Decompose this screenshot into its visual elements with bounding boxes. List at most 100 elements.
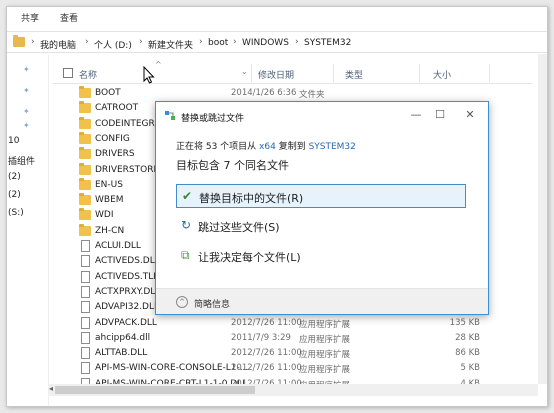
file-name: CONFIG xyxy=(95,133,130,144)
option-label: 跳过这些文件(S) xyxy=(198,221,280,234)
tab-share[interactable]: 共享 xyxy=(21,11,39,24)
sort-up-icon: ^ xyxy=(155,60,162,69)
file-date: 2011/7/9 3:29 xyxy=(231,332,291,343)
option-label: 让我决定每个文件(L) xyxy=(198,251,301,264)
pin-icon[interactable]: ✦ xyxy=(23,107,30,116)
option-label: 替换目标中的文件(R) xyxy=(199,192,304,205)
folder-icon xyxy=(79,131,91,144)
checkmark-icon: ✔ xyxy=(182,189,193,203)
file-size: 135 KB xyxy=(449,317,480,328)
nav-item[interactable]: (S:) xyxy=(8,208,24,218)
select-all-checkbox[interactable] xyxy=(63,68,73,78)
dialog-footer: ^ 简略信息 xyxy=(156,288,488,314)
file-icon xyxy=(81,240,90,252)
chevron-right-icon: › xyxy=(85,37,89,47)
column-divider[interactable] xyxy=(251,64,252,82)
minimize-icon[interactable]: — xyxy=(406,108,426,122)
file-icon xyxy=(81,255,90,268)
file-icon xyxy=(81,347,90,360)
chevron-right-icon: › xyxy=(199,37,203,47)
chevron-right-icon: › xyxy=(139,37,143,47)
file-name: ACTXPRXY.DLL xyxy=(95,286,161,297)
pin-icon[interactable]: ✦ xyxy=(23,65,30,74)
nav-item[interactable]: 插组件 xyxy=(8,154,35,167)
copy-status: 正在将 53 个项目从 x64 复制到 SYSTEM32 xyxy=(176,139,356,152)
folder-icon xyxy=(13,35,25,47)
breadcrumb-system32[interactable]: SYSTEM32 xyxy=(304,38,351,48)
folder-icon xyxy=(79,86,91,98)
dialog-titlebar[interactable]: 替换或跳过文件 — ☐ ✕ xyxy=(156,102,488,128)
destination-link[interactable]: SYSTEM32 xyxy=(309,142,356,152)
file-name: ACTIVEDS.DLL xyxy=(95,256,160,267)
folder-icon xyxy=(79,162,91,175)
pin-icon[interactable]: ✦ xyxy=(23,86,30,95)
file-row[interactable]: API-MS-WIN-CORE-CONSOLE-L1-... 2012/7/26 … xyxy=(53,361,538,376)
column-header: 名称 ^ ⌄ 修改日期 类型 大小 xyxy=(53,60,533,84)
breadcrumb-windows[interactable]: WINDOWS xyxy=(242,38,289,48)
breadcrumb-boot[interactable]: boot xyxy=(208,38,228,48)
nav-item[interactable]: (2) xyxy=(8,190,21,200)
file-row[interactable]: ALTTAB.DLL 2012/7/26 11:00 应用程序扩展 86 KB xyxy=(53,346,538,361)
file-name: ALTTAB.DLL xyxy=(95,348,148,359)
fewer-details-link[interactable]: 简略信息 xyxy=(194,297,230,310)
column-name[interactable]: 名称 xyxy=(79,68,97,81)
status-text: 正在将 53 个项目从 xyxy=(176,142,260,152)
replace-files-option[interactable]: ✔ 替换目标中的文件(R) xyxy=(176,184,466,208)
tab-view[interactable]: 查看 xyxy=(60,11,78,24)
conflict-headline: 目标包含 7 个同名文件 xyxy=(176,159,289,172)
column-divider[interactable] xyxy=(489,64,490,82)
chevron-right-icon: › xyxy=(233,37,237,47)
file-date: 2012/7/26 11:00 xyxy=(231,363,302,374)
breadcrumb-drive[interactable]: 个人 (D:) xyxy=(94,38,132,51)
address-bar[interactable]: › 我的电脑 › 个人 (D:) › 新建文件夹 › boot › WINDOW… xyxy=(7,31,547,53)
file-row[interactable]: BOOT 2014/1/26 6:36 文件夹 xyxy=(53,86,538,101)
column-type[interactable]: 类型 xyxy=(345,68,363,81)
file-icon xyxy=(81,301,90,314)
pin-icon[interactable]: ✦ xyxy=(23,121,30,130)
file-type: 应用程序扩展 xyxy=(299,334,351,345)
status-text: 复制到 xyxy=(275,142,309,152)
file-row[interactable]: ADVPACK.DLL 2012/7/26 11:00 应用程序扩展 135 KB xyxy=(53,316,538,331)
file-name: EN-US xyxy=(95,179,123,190)
file-size: 5 KB xyxy=(460,363,480,374)
file-name: BOOT xyxy=(95,88,121,98)
file-icon xyxy=(81,285,90,298)
skip-arrow-icon: ↻ xyxy=(181,218,192,232)
file-row[interactable]: ahcipp64.dll 2011/7/9 3:29 应用程序扩展 28 KB xyxy=(53,331,538,346)
horizontal-scrollbar[interactable]: ◂ xyxy=(49,384,538,396)
nav-item[interactable]: (2) xyxy=(8,172,21,182)
folder-icon xyxy=(79,177,91,190)
column-date[interactable]: 修改日期 xyxy=(258,68,294,81)
maximize-icon[interactable]: ☐ xyxy=(430,108,450,122)
nav-item[interactable]: 10 xyxy=(8,136,19,146)
folder-icon xyxy=(79,193,91,206)
folder-icon xyxy=(79,116,91,129)
vertical-scrollbar[interactable] xyxy=(538,54,547,384)
file-name: API-MS-WIN-CORE-CONSOLE-L1-... xyxy=(95,363,249,374)
file-name: ADVPACK.DLL xyxy=(95,317,157,328)
chevron-right-icon: › xyxy=(295,37,299,47)
close-icon[interactable]: ✕ xyxy=(460,108,480,122)
skip-files-option[interactable]: ↻ 跳过这些文件(S) xyxy=(176,214,466,238)
dialog-title: 替换或跳过文件 xyxy=(181,114,245,124)
file-size: 28 KB xyxy=(455,332,480,343)
source-link[interactable]: x64 xyxy=(259,142,276,152)
file-name: ZH-CN xyxy=(95,225,125,236)
chevron-up-icon[interactable]: ^ xyxy=(176,296,188,308)
folder-icon xyxy=(79,147,91,160)
replace-or-skip-dialog: 替换或跳过文件 — ☐ ✕ 正在将 53 个项目从 x64 复制到 SYSTEM… xyxy=(155,101,489,315)
column-divider[interactable] xyxy=(419,64,420,82)
file-size: 86 KB xyxy=(455,348,480,359)
scrollbar-thumb[interactable] xyxy=(55,386,255,394)
scroll-left-icon[interactable]: ◂ xyxy=(49,384,53,393)
chevron-down-icon[interactable]: ⌄ xyxy=(241,67,248,76)
column-size[interactable]: 大小 xyxy=(433,68,451,81)
breadcrumb-new-folder[interactable]: 新建文件夹 xyxy=(148,38,193,51)
chevron-right-icon: › xyxy=(31,37,35,47)
decide-each-file-option[interactable]: ⧉ 让我决定每个文件(L) xyxy=(176,244,466,268)
file-type: 应用程序扩展 xyxy=(299,319,351,330)
column-divider[interactable] xyxy=(333,64,334,82)
file-date: 2012/7/26 11:00 xyxy=(231,317,302,328)
breadcrumb-my-computer[interactable]: 我的电脑 xyxy=(40,38,76,51)
copy-icon xyxy=(165,111,175,120)
